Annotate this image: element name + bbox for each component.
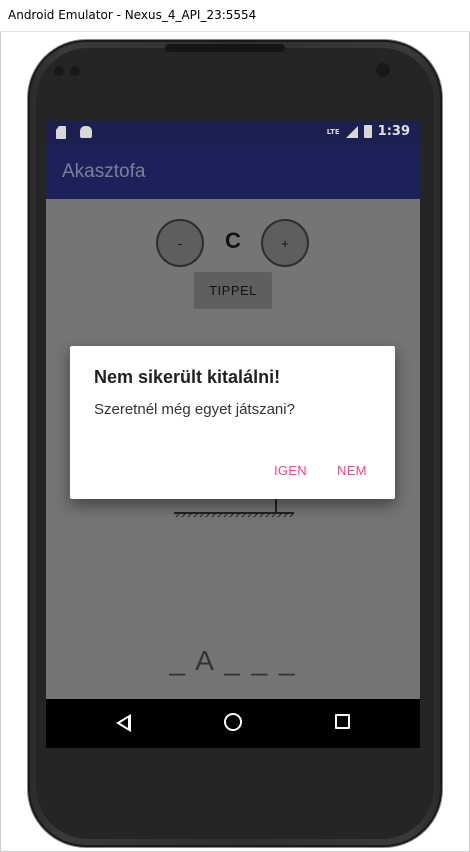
game-over-dialog: Nem sikerült kitalálni! Szeretnél még eg… [70,346,395,499]
lte-label: LTE [326,127,340,136]
gallows-drawing [174,499,294,518]
home-icon[interactable] [224,713,242,731]
navigation-bar [46,699,420,748]
guess-button[interactable]: TIPPEL [194,272,272,309]
sd-card-icon [56,126,66,139]
back-icon-inner [120,718,128,728]
yes-button[interactable]: IGEN [274,463,307,478]
word-display: _ A _ _ _ [169,645,297,676]
status-bar: LTE 1:39 [46,121,420,145]
window-title: Android Emulator - Nexus_4_API_23:5554 [8,8,257,22]
sensor-icon [70,66,80,76]
speaker-grille-icon [165,44,285,52]
front-camera-icon [376,63,390,77]
signal-strength-icon [345,125,358,138]
android-debug-icon [80,126,92,138]
app-title: Akasztofa [62,161,146,182]
app-bar: Akasztofa [46,145,420,199]
battery-icon [363,125,372,138]
status-clock: 1:39 [377,124,410,139]
next-letter-button[interactable]: + [261,219,309,267]
recent-apps-icon[interactable] [335,714,350,729]
window-titlebar: Android Emulator - Nexus_4_API_23:5554 [0,0,470,32]
current-letter: C [225,228,241,253]
dialog-message: Szeretnél még egyet játszani? [94,401,295,418]
no-button[interactable]: NEM [337,463,367,478]
dialog-title: Nem sikerült kitalálni! [94,367,281,387]
previous-letter-button[interactable]: - [156,219,204,267]
sensor-icon [54,66,64,76]
